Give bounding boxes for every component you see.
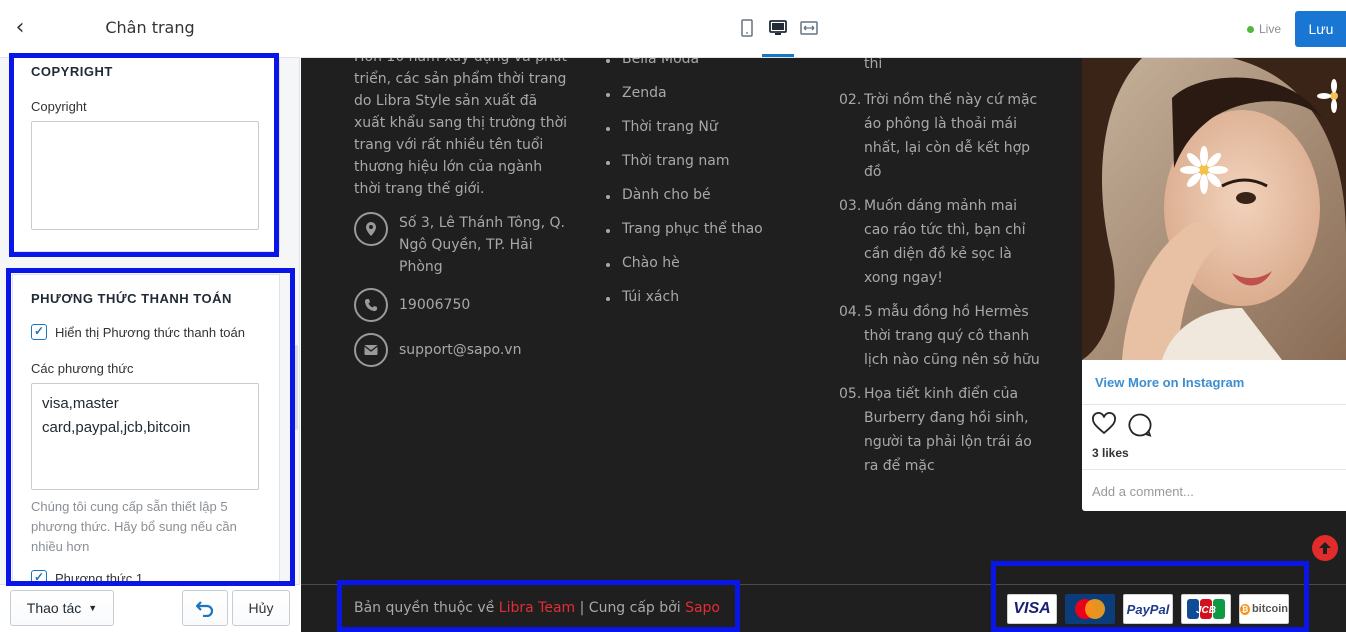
instagram-divider <box>1082 469 1346 470</box>
likes-count: 3 likes <box>1092 446 1129 460</box>
live-status-dot <box>1247 26 1254 33</box>
category-link[interactable]: Trang phục thể thao <box>606 221 763 255</box>
footer-preview: Hơn 10 năm xây dựng và phát triển, các s… <box>301 58 1346 632</box>
news-item[interactable]: 05. Họa tiết kinh điển của Burberry đang… <box>839 382 1044 478</box>
heart-icon[interactable] <box>1091 411 1117 437</box>
undo-icon <box>196 601 214 617</box>
bitcoin-coin-icon: ₿ <box>1240 603 1250 615</box>
jcb-icon: JCB <box>1181 594 1231 624</box>
address-row: Số 3, Lê Thánh Tông, Q. Ngô Quyền, TP. H… <box>354 212 569 278</box>
actions-label: Thao tác <box>26 600 82 616</box>
mastercard-icon <box>1065 594 1115 624</box>
panel-scroll-area[interactable]: COPYRIGHT Copyright PHƯƠNG THỨC THANH TO… <box>0 58 300 584</box>
copyright-field-label: Copyright <box>31 99 87 114</box>
show-payment-checkbox[interactable]: ✓ <box>31 324 47 340</box>
show-payment-checkbox-row[interactable]: ✓ Hiển thị Phương thức thanh toán <box>31 324 245 340</box>
news-number: 03. <box>839 198 862 214</box>
methods-help-text: Chúng tôi cung cấp sẵn thiết lập 5 phươn… <box>31 499 237 554</box>
caret-down-icon: ▼ <box>88 603 98 613</box>
method1-checkbox-row[interactable]: ✓ Phương thức 1 <box>31 570 143 584</box>
panel-scrollbar[interactable] <box>293 345 298 430</box>
copyright-textarea[interactable] <box>31 121 259 230</box>
news-item[interactable]: 04. 5 mẫu đồng hồ Hermès thời trang quý … <box>839 300 1044 372</box>
add-comment-input[interactable]: Add a comment... <box>1092 484 1194 499</box>
phone-row: 19006750 <box>354 288 569 322</box>
method1-label: Phương thức 1 <box>55 570 144 585</box>
instagram-photo[interactable] <box>1082 58 1346 360</box>
actions-dropdown-button[interactable]: Thao tác ▼ <box>10 590 114 626</box>
settings-panel: ‹ Chân trang COPYRIGHT Copyright PHƯƠNG … <box>0 0 300 632</box>
category-link[interactable]: Chào hè <box>606 255 763 289</box>
instagram-divider <box>1082 404 1346 405</box>
instagram-embed: View More on Instagram 3 likes Add a com… <box>1082 58 1346 511</box>
payment-icons: VISA PayPal JCB ₿ bitcoin <box>1007 594 1289 624</box>
paypal-icon: PayPal <box>1123 594 1173 624</box>
methods-textarea[interactable]: visa,master card,paypal,jcb,bitcoin <box>31 383 259 490</box>
svg-text:JCB: JCB <box>1196 605 1216 616</box>
envelope-icon <box>354 333 388 367</box>
methods-field-label: Các phương thức <box>31 361 134 376</box>
desktop-view-icon[interactable] <box>768 18 788 38</box>
footer-divider <box>301 584 1346 585</box>
news-title[interactable]: Trời nồm thế này cứ mặc áo phông là thoả… <box>864 88 1044 184</box>
live-label: Live <box>1259 22 1282 36</box>
news-item[interactable]: 03. Muốn dáng mảnh mai cao ráo tức thì, … <box>839 194 1044 290</box>
copyright-heading: COPYRIGHT <box>31 64 113 79</box>
phone-icon <box>354 288 388 322</box>
email-row: support@sapo.vn <box>354 333 569 367</box>
news-partial-text: thì <box>864 58 883 72</box>
fullwidth-view-icon[interactable] <box>799 18 819 38</box>
address-text: Số 3, Lê Thánh Tông, Q. Ngô Quyền, TP. H… <box>399 215 565 275</box>
view-more-instagram-link[interactable]: View More on Instagram <box>1095 375 1244 390</box>
save-button[interactable]: Lưu <box>1295 11 1346 47</box>
visa-icon: VISA <box>1007 594 1057 624</box>
news-number: 04. <box>839 304 862 320</box>
bitcoin-label: bitcoin <box>1251 603 1288 615</box>
show-payment-checkbox-label: Hiển thị Phương thức thanh toán <box>55 324 245 340</box>
panel-header: ‹ Chân trang <box>0 0 300 58</box>
category-link[interactable]: Túi xách <box>606 289 763 323</box>
copyright-owner-link[interactable]: Libra Team <box>499 600 575 616</box>
undo-button[interactable] <box>182 590 228 626</box>
copyright-separator: | Cung cấp bởi <box>575 600 686 616</box>
payment-methods-heading: PHƯƠNG THỨC THANH TOÁN <box>31 291 232 306</box>
category-link[interactable]: Bella Moda <box>606 58 763 85</box>
about-text: Hơn 10 năm xây dựng và phát triển, các s… <box>354 58 568 197</box>
copyright-section: COPYRIGHT Copyright <box>12 58 280 252</box>
news-item[interactable]: 02. Trời nồm thế này cứ mặc áo phông là … <box>839 88 1044 184</box>
email-text[interactable]: support@sapo.vn <box>399 339 569 361</box>
news-number: 02. <box>839 92 862 108</box>
payment-methods-section: PHƯƠNG THỨC THANH TOÁN ✓ Hiển thị Phương… <box>12 274 280 584</box>
news-title[interactable]: Muốn dáng mảnh mai cao ráo tức thì, bạn … <box>864 194 1044 290</box>
phone-text[interactable]: 19006750 <box>399 294 569 316</box>
category-link[interactable]: Zenda <box>606 85 763 119</box>
panel-title: Chân trang <box>105 18 195 37</box>
category-link[interactable]: Thời trang nam <box>606 153 763 187</box>
active-device-indicator <box>762 54 794 57</box>
news-number: 05. <box>839 386 862 402</box>
cancel-button[interactable]: Hủy <box>232 590 290 626</box>
copyright-line: Bản quyền thuộc về Libra Team | Cung cấp… <box>354 600 720 616</box>
bitcoin-icon: ₿ bitcoin <box>1239 594 1289 624</box>
comment-icon[interactable] <box>1127 412 1153 438</box>
map-pin-icon <box>354 212 388 246</box>
preview-topbar: Live Lưu <box>301 0 1346 58</box>
news-title[interactable]: Họa tiết kinh điển của Burberry đang hồi… <box>864 382 1044 478</box>
panel-footer: Thao tác ▼ Hủy <box>0 584 300 632</box>
scroll-to-top-button[interactable] <box>1312 535 1338 561</box>
copyright-provider-link[interactable]: Sapo <box>685 600 720 616</box>
arrow-up-icon <box>1319 542 1331 554</box>
method1-checkbox[interactable]: ✓ <box>31 570 47 584</box>
copyright-prefix: Bản quyền thuộc về <box>354 600 499 616</box>
category-list: Bella Moda Zenda Thời trang Nữ Thời tran… <box>606 58 763 323</box>
category-link[interactable]: Dành cho bé <box>606 187 763 221</box>
news-list: 02. Trời nồm thế này cứ mặc áo phông là … <box>839 88 1044 488</box>
mobile-view-icon[interactable] <box>737 18 757 38</box>
category-link[interactable]: Thời trang Nữ <box>606 119 763 153</box>
news-title[interactable]: 5 mẫu đồng hồ Hermès thời trang quý cô t… <box>864 300 1044 372</box>
